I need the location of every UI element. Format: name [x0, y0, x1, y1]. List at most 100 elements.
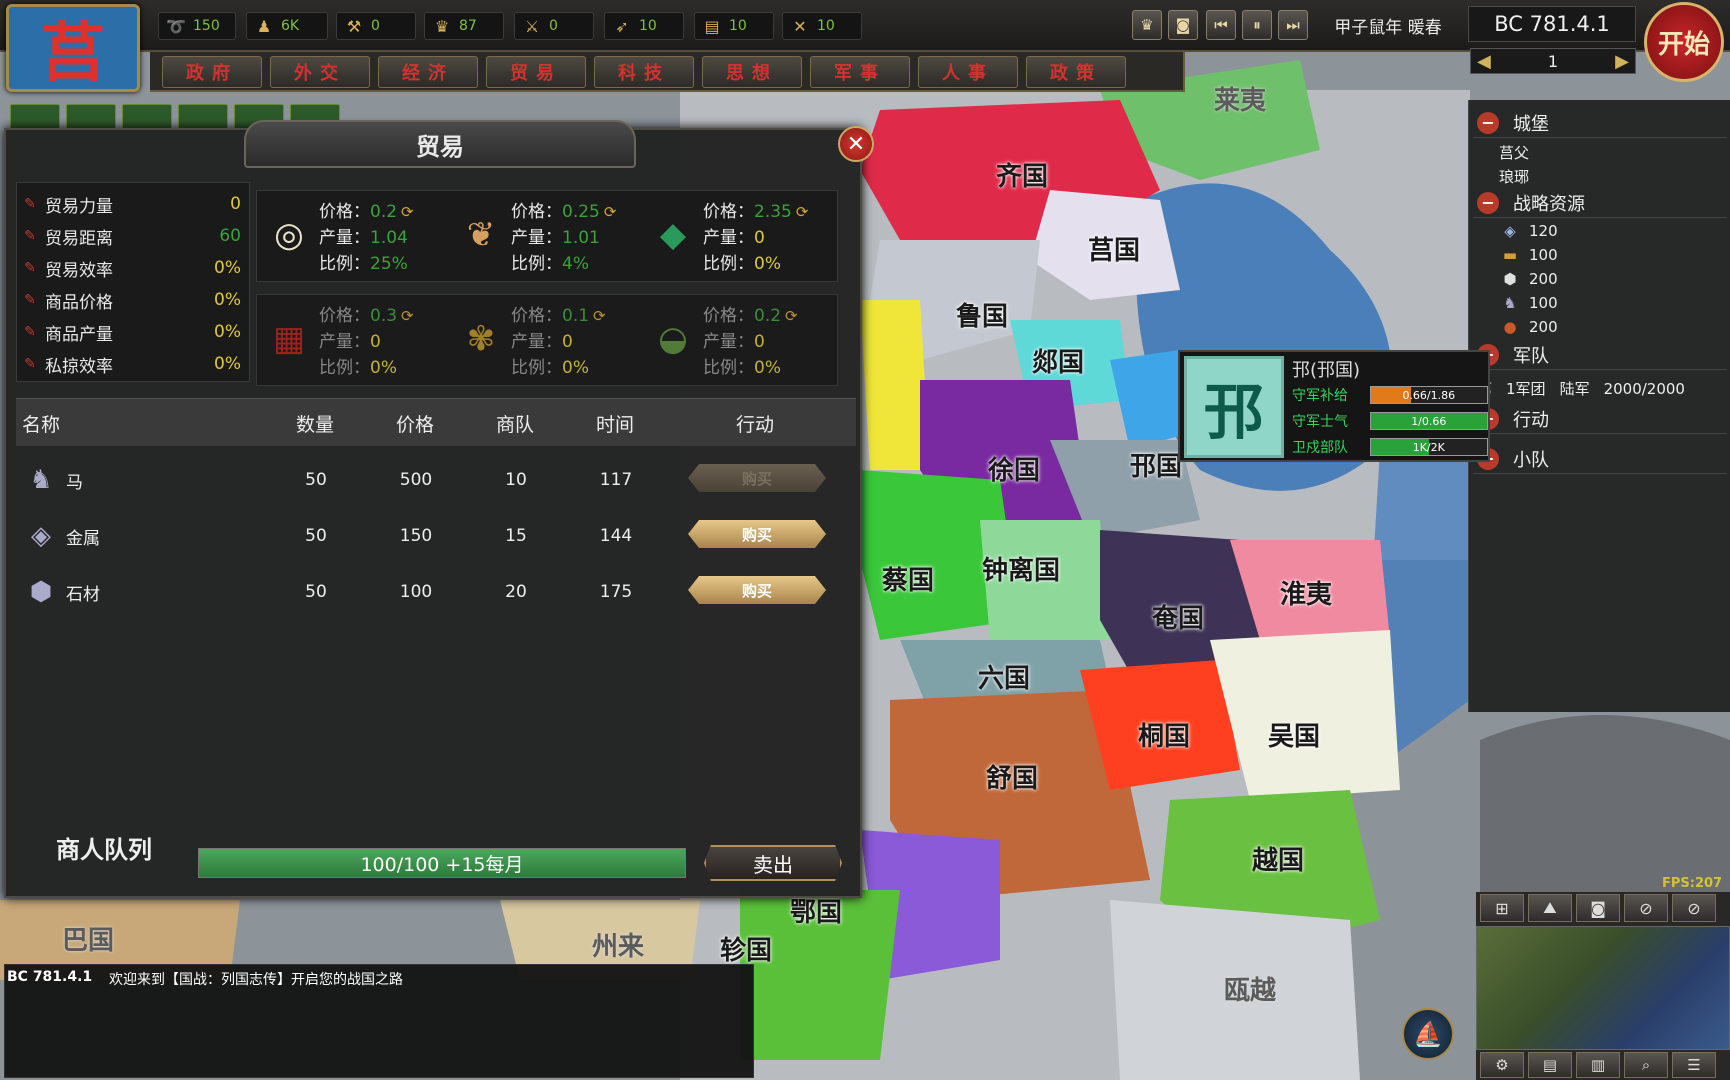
region-label[interactable]: 淮夷	[1280, 574, 1332, 611]
crown-button[interactable]: ♛	[1132, 10, 1162, 40]
gear-icon[interactable]: ⚙	[1480, 1052, 1524, 1078]
tab-personnel[interactable]: 人事	[918, 56, 1018, 88]
goods-cell[interactable]: ◒ 价格：0.2 ⟳ 产量：0 比例：0%	[641, 295, 833, 387]
tab-trade[interactable]: 贸易	[486, 56, 586, 88]
forward-icon: ⏭	[1286, 16, 1300, 34]
tab-military[interactable]: 军事	[810, 56, 910, 88]
tab-policy[interactable]: 政策	[1026, 56, 1126, 88]
building-icon[interactable]	[178, 104, 228, 130]
section-army[interactable]: −军队	[1473, 340, 1727, 370]
resource-prestige[interactable]: ♛ 87	[424, 12, 504, 40]
fish-icon: ❦	[466, 215, 496, 255]
merchant-queue-label: 商人队列	[56, 836, 152, 864]
resource-cannon[interactable]: ➶ 10	[604, 12, 684, 40]
region-label[interactable]: 巴国	[62, 920, 114, 957]
no-icon[interactable]: ⊘	[1672, 894, 1716, 922]
resource-population[interactable]: ♟ 6K	[246, 12, 328, 40]
section-strategic[interactable]: − 战略资源	[1473, 188, 1727, 218]
goods-cell[interactable]: ❦ 价格：0.25 ⟳ 产量：1.01 比例：4%	[449, 191, 641, 283]
list-icon[interactable]: ☰	[1672, 1052, 1716, 1078]
goods-cell[interactable]: ▦ 价格：0.3 ⟳ 产量：0 比例：0%	[257, 295, 449, 387]
message-log[interactable]: BC 781.4.1 欢迎来到【国战：列国志传】开启您的战国之路	[4, 964, 754, 1078]
scroll-icon[interactable]: ▤	[1528, 1052, 1572, 1078]
army-row[interactable]: 第1军团陆军2000/2000	[1477, 378, 1685, 399]
mountain-icon[interactable]: ⛰	[1528, 894, 1572, 922]
building-icon[interactable]	[122, 104, 172, 130]
refresh-icon[interactable]: ⟳	[401, 203, 414, 221]
close-button[interactable]: ✕	[838, 126, 874, 162]
brush-icon: ✎	[24, 196, 36, 212]
region-label[interactable]: 吴国	[1268, 716, 1320, 753]
region-label[interactable]: 轸国	[720, 930, 772, 967]
goods-cell[interactable]: ◆ 价格：2.35 ⟳ 产量：0 比例：0%	[641, 191, 833, 283]
region-label[interactable]: 桐国	[1138, 716, 1190, 753]
no-icon[interactable]: ⊘	[1624, 894, 1668, 922]
region-label[interactable]: 鲁国	[956, 296, 1008, 333]
region-label[interactable]: 舒国	[986, 758, 1038, 795]
grid-icon[interactable]: ⊞	[1480, 894, 1524, 922]
section-squad[interactable]: −小队	[1473, 444, 1727, 474]
col-action: 行动	[736, 413, 775, 436]
rewind-button[interactable]: ⏮	[1206, 10, 1236, 40]
refresh-icon[interactable]: ⟳	[593, 307, 606, 325]
arrow-right-icon[interactable]: ▶	[1615, 51, 1629, 72]
buy-button[interactable]: 购买	[688, 464, 826, 492]
region-label[interactable]: 徐国	[988, 450, 1040, 487]
section-action[interactable]: −行动	[1473, 404, 1727, 434]
camera-icon[interactable]: ◙	[1576, 894, 1620, 922]
goods-cell[interactable]: ◎ 价格：0.2 ⟳ 产量：1.04 比例：25%	[257, 191, 449, 283]
resource-gold[interactable]: ➰ 150	[158, 12, 236, 40]
buy-button[interactable]: 购买	[688, 576, 826, 604]
state-tooltip: 邘 邘(邘国) 守军补给 0.66/1.86 守军士气 1/0.66 卫戍部队 …	[1178, 350, 1490, 462]
search-icon[interactable]: ⌕	[1624, 1052, 1668, 1078]
sell-button[interactable]: 卖出	[704, 845, 842, 881]
tab-technology[interactable]: 科技	[594, 56, 694, 88]
region-label[interactable]: 瓯越	[1224, 970, 1276, 1007]
region-label[interactable]: 莒国	[1088, 230, 1140, 267]
fleet-button[interactable]: ⛵	[1402, 1008, 1454, 1060]
state-emblem[interactable]: 莒	[6, 4, 140, 92]
resource-swords[interactable]: ✕ 10	[782, 12, 862, 40]
chart-icon[interactable]: ▥	[1576, 1052, 1620, 1078]
region-label[interactable]: 莱夷	[1214, 80, 1266, 117]
region-label[interactable]: 六国	[978, 658, 1030, 695]
tab-ideology[interactable]: 思想	[702, 56, 802, 88]
arrow-left-icon[interactable]: ◀	[1477, 51, 1491, 72]
section-castle[interactable]: − 城堡	[1473, 108, 1727, 138]
region-label[interactable]: 蔡国	[882, 560, 934, 597]
region-label[interactable]: 钟离国	[982, 550, 1060, 587]
start-button[interactable]: 开始	[1644, 2, 1724, 82]
resource-scroll[interactable]: ▤ 10	[694, 12, 774, 40]
goods-cell[interactable]: ✾ 价格：0.1 ⟳ 产量：0 比例：0%	[449, 295, 641, 387]
camera-button[interactable]: ◙	[1168, 10, 1198, 40]
pause-button[interactable]: ⏸	[1242, 10, 1272, 40]
resource-axe[interactable]: ⚔ 0	[514, 12, 594, 40]
castle-item[interactable]: 莒父	[1499, 142, 1529, 163]
tea-bowl-icon: ◒	[658, 319, 688, 359]
region-label[interactable]: 郯国	[1032, 342, 1084, 379]
minimap[interactable]	[1476, 926, 1730, 1050]
log-message: 欢迎来到【国战：列国志传】开启您的战国之路	[109, 972, 403, 988]
tab-government[interactable]: 政府	[162, 56, 262, 88]
resource-tools[interactable]: ⚒ 0	[336, 12, 416, 40]
building-icon[interactable]	[10, 104, 60, 130]
stat-row: ✎ 贸易效率 0%	[21, 253, 247, 283]
region-label[interactable]: 越国	[1252, 840, 1304, 877]
refresh-icon[interactable]: ⟳	[785, 307, 798, 325]
collapse-icon[interactable]: −	[1477, 191, 1499, 214]
region-label[interactable]: 奄国	[1152, 598, 1204, 635]
horse-icon: ♞	[29, 465, 53, 495]
forward-button[interactable]: ⏭	[1278, 10, 1308, 40]
tab-economy[interactable]: 经济	[378, 56, 478, 88]
building-icon[interactable]	[66, 104, 116, 130]
collapse-icon[interactable]: −	[1477, 111, 1499, 134]
castle-item[interactable]: 琅琊	[1499, 166, 1529, 187]
buy-button[interactable]: 购买	[688, 520, 826, 548]
region-label[interactable]: 邘国	[1130, 446, 1182, 483]
refresh-icon[interactable]: ⟳	[604, 203, 617, 221]
region-label[interactable]: 州来	[592, 926, 644, 963]
tab-diplomacy[interactable]: 外交	[270, 56, 370, 88]
refresh-icon[interactable]: ⟳	[401, 307, 414, 325]
refresh-icon[interactable]: ⟳	[796, 203, 809, 221]
region-label[interactable]: 齐国	[996, 156, 1048, 193]
